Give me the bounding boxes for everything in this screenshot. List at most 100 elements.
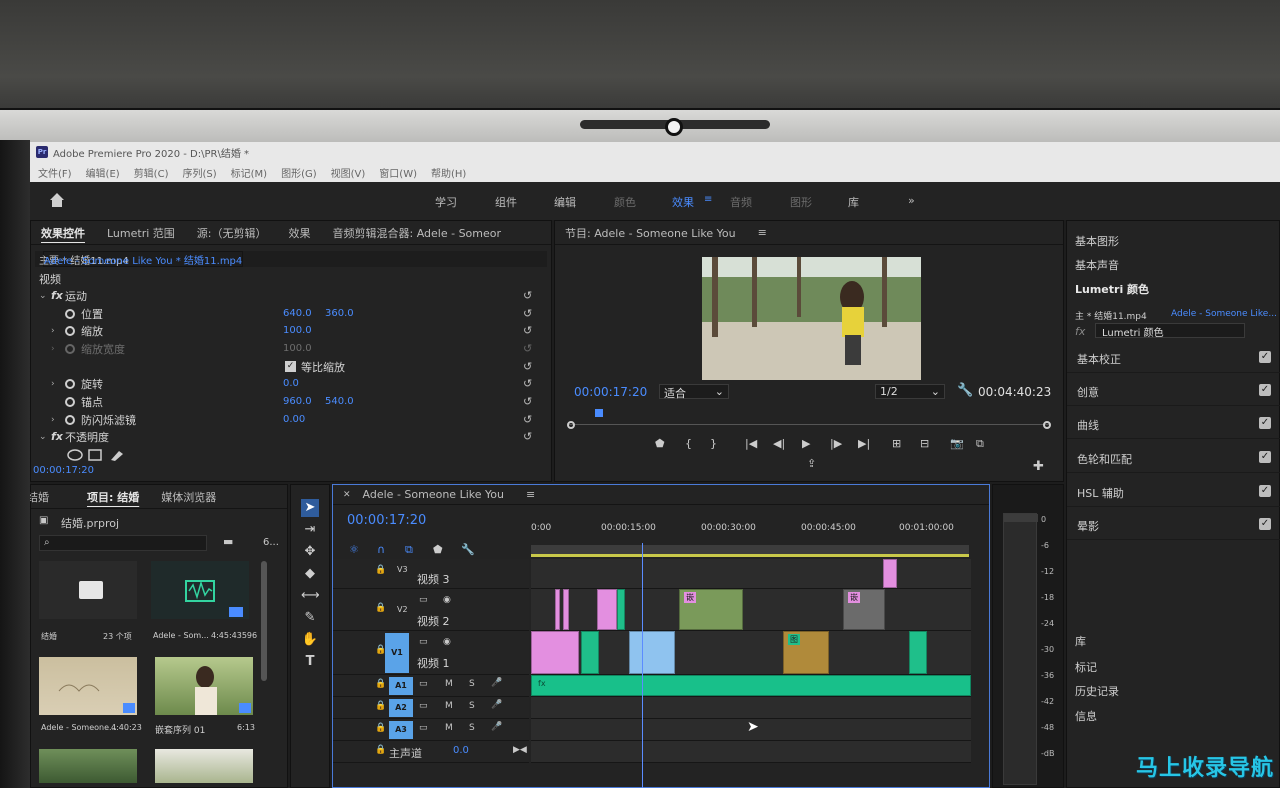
lumetri-section-creative[interactable]: 创意 ✓ <box>1067 378 1280 406</box>
go-to-out-icon[interactable]: ▶| <box>858 437 870 450</box>
clip-video[interactable] <box>581 631 599 674</box>
uniform-scale-checkbox[interactable]: ✓ <box>285 361 296 372</box>
nest-toggle-icon[interactable]: ⚛ <box>349 543 359 556</box>
clip-video[interactable] <box>909 631 927 674</box>
add-button-icon[interactable]: ✚ <box>1033 459 1044 474</box>
panel-essential-graphics[interactable]: 基本图形 <box>1075 233 1119 249</box>
tab-project[interactable]: 项目: 结婚 <box>87 489 139 505</box>
lift-icon[interactable]: ⊞ <box>892 437 901 450</box>
workspace-tab-learn[interactable]: 学习 <box>435 194 457 210</box>
master-volume-value[interactable]: 0.0 <box>453 745 469 756</box>
lock-icon[interactable]: 🔒 <box>375 701 386 711</box>
track-body[interactable]: fx <box>531 675 971 697</box>
filmstrip-icon[interactable]: ▭ <box>419 679 428 689</box>
clip-thumbnail[interactable] <box>155 749 253 783</box>
stopwatch-icon[interactable] <box>65 396 75 407</box>
fit-select[interactable]: 适合 ⌄ <box>659 384 729 400</box>
panel-markers[interactable]: 标记 <box>1075 659 1097 675</box>
expand-icon[interactable]: › <box>51 379 55 389</box>
stopwatch-icon[interactable] <box>65 325 75 336</box>
nested-sequence-thumbnail[interactable] <box>155 657 253 715</box>
program-title[interactable]: 节目: Adele - Someone Like You <box>565 225 736 241</box>
menu-edit[interactable]: 编辑(E) <box>86 165 120 180</box>
mark-in-icon[interactable]: { <box>685 437 692 450</box>
menu-graphics[interactable]: 图形(G) <box>281 165 317 180</box>
flicker-value[interactable]: 0.00 <box>283 414 305 425</box>
clip-thumbnail[interactable] <box>39 749 137 783</box>
resolution-select[interactable]: 1/2 ⌄ <box>875 384 945 399</box>
mute-button[interactable]: M <box>445 723 453 733</box>
stopwatch-icon[interactable] <box>65 378 75 389</box>
position-x-value[interactable]: 640.0 <box>283 308 312 319</box>
menu-file[interactable]: 文件(F) <box>38 165 72 180</box>
sequence-clip-label[interactable]: Adele - Someone Like You * 结婚11.mp4 <box>43 251 244 267</box>
stopwatch-icon[interactable] <box>65 308 75 319</box>
panel-info[interactable]: 信息 <box>1075 708 1097 724</box>
lock-icon[interactable]: 🔒 <box>375 603 386 613</box>
add-marker-icon[interactable]: ⬟ <box>433 543 443 556</box>
track-select-tool-icon[interactable]: ⇥ <box>301 521 319 539</box>
section-checkbox[interactable]: ✓ <box>1259 451 1271 463</box>
panel-libraries[interactable]: 库 <box>1075 633 1086 649</box>
track-target-button[interactable]: A1 <box>389 677 413 695</box>
extract-icon[interactable]: ⊟ <box>920 437 929 450</box>
rotation-value[interactable]: 0.0 <box>283 378 299 389</box>
settings-wrench-icon[interactable]: 🔧 <box>461 543 475 556</box>
tab-audio-clip-mixer[interactable]: 音频剪辑混合器: Adele - Someor <box>333 225 502 241</box>
workspace-tab-assembly[interactable]: 组件 <box>495 194 517 210</box>
program-timecode[interactable]: 00:00:17:20 <box>574 385 647 399</box>
ripple-edit-tool-icon[interactable]: ✥ <box>301 543 319 561</box>
tab-source[interactable]: 源:（无剪辑） <box>197 225 267 241</box>
clip-video[interactable] <box>531 631 579 674</box>
slip-tool-icon[interactable]: ⟷ <box>301 587 320 605</box>
lumetri-section-color-wheels[interactable]: 色轮和匹配 ✓ <box>1067 445 1280 473</box>
lock-icon[interactable]: 🔒 <box>375 679 386 689</box>
eye-icon[interactable]: ◉ <box>443 595 451 605</box>
workspace-tab-editing[interactable]: 编辑 <box>554 194 576 210</box>
menu-clip[interactable]: 剪辑(C) <box>134 165 169 180</box>
workspace-menu-icon[interactable]: ≡ <box>704 194 712 205</box>
menu-marker[interactable]: 标记(M) <box>231 165 267 180</box>
export-frame-icon[interactable]: 📷 <box>950 437 964 450</box>
zoom-handle-left[interactable] <box>567 421 575 429</box>
scale-value[interactable]: 100.0 <box>283 325 312 336</box>
track-target-button[interactable]: A3 <box>389 721 413 739</box>
workspace-tab-color[interactable]: 颜色 <box>614 194 636 210</box>
type-tool-icon[interactable]: T <box>301 653 319 671</box>
collapse-icon[interactable]: ⌄ <box>39 291 47 301</box>
reset-icon[interactable]: ↺ <box>523 413 532 426</box>
sequence-thumbnail[interactable] <box>39 657 137 715</box>
menu-sequence[interactable]: 序列(S) <box>182 165 216 180</box>
tab-lumetri-scopes[interactable]: Lumetri 范围 <box>107 225 175 241</box>
lumetri-section-vignette[interactable]: 晕影 ✓ <box>1067 512 1280 540</box>
workspace-tab-audio[interactable]: 音频 <box>730 194 752 210</box>
reset-icon[interactable]: ↺ <box>523 360 532 373</box>
clip-video[interactable] <box>629 631 675 674</box>
linked-selection-icon[interactable]: ⧉ <box>405 543 413 557</box>
reset-icon[interactable]: ↺ <box>523 289 532 302</box>
workspace-tab-libraries[interactable]: 库 <box>848 194 859 210</box>
lumetri-master-clip[interactable]: 主 * 结婚11.mp4 <box>1075 309 1147 322</box>
timeline-ruler[interactable] <box>531 545 969 557</box>
step-forward-icon[interactable]: |▶ <box>830 437 842 450</box>
eye-icon[interactable]: ◉ <box>443 637 451 647</box>
tab-bin[interactable]: 结婚 <box>30 489 49 505</box>
mute-button[interactable]: M <box>445 679 453 689</box>
pen-tool-icon[interactable]: ✎ <box>301 609 319 627</box>
selection-tool-icon[interactable]: ➤ <box>301 499 319 517</box>
reset-icon[interactable]: ↺ <box>523 430 532 443</box>
section-checkbox[interactable]: ✓ <box>1259 485 1271 497</box>
go-to-end-icon[interactable]: ▶◀ <box>513 745 527 755</box>
panel-menu-icon[interactable]: ≡ <box>758 226 767 239</box>
track-body[interactable]: 图 <box>531 631 971 675</box>
clip-video[interactable] <box>617 589 625 630</box>
rectangle-mask-icon[interactable] <box>88 448 102 461</box>
filmstrip-icon[interactable]: ▭ <box>419 701 428 711</box>
new-bin-icon[interactable]: ▬ <box>223 535 233 548</box>
lumetri-sequence-clip[interactable]: Adele - Someone Like... <box>1171 309 1277 319</box>
panel-essential-sound[interactable]: 基本声音 <box>1075 257 1119 273</box>
audio-thumbnail[interactable] <box>151 561 249 619</box>
program-scrubber[interactable] <box>567 409 1051 429</box>
workspace-tab-effects[interactable]: 效果 <box>672 194 694 210</box>
item-name[interactable]: 结婚 <box>41 631 57 642</box>
